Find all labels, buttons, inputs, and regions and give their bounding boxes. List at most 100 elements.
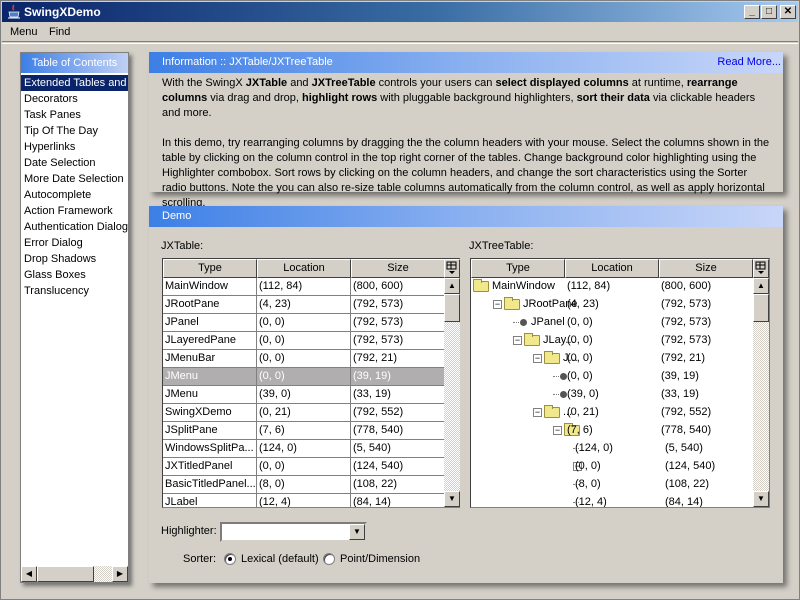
toc-item[interactable]: Error Dialog — [21, 235, 128, 251]
sorter-lexical-label[interactable]: Lexical (default) — [241, 553, 319, 565]
scroll-thumb[interactable] — [444, 294, 460, 322]
cell-size: (108, 22) — [665, 478, 710, 490]
tree-row[interactable]: − JRootPane (4, 23) (792, 573) — [471, 296, 753, 314]
table-row[interactable]: JRootPane (4, 23) (792, 573) — [163, 296, 445, 314]
toc-item[interactable]: Drop Shadows — [21, 251, 128, 267]
cell-type: − JLay... — [471, 332, 575, 350]
menu-menu[interactable]: Menu — [10, 26, 38, 38]
table-row[interactable]: JPanel (0, 0) (792, 573) — [163, 314, 445, 332]
column-header-size[interactable]: Size — [351, 259, 445, 278]
column-header-location[interactable]: Location — [565, 259, 659, 278]
tree-row[interactable]: (12, 4) (84, 14) — [471, 494, 753, 507]
table-row[interactable]: JLayeredPane (0, 0) (792, 573) — [163, 332, 445, 350]
toc-item[interactable]: More Date Selection — [21, 171, 128, 187]
toc-item[interactable]: Autocomplete — [21, 187, 128, 203]
toc-item[interactable]: Hyperlinks — [21, 139, 128, 155]
column-header-type[interactable]: Type — [163, 259, 257, 278]
toc-item[interactable]: Task Panes — [21, 107, 128, 123]
tree-row[interactable]: MainWindow (112, 84) (800, 600) — [471, 278, 753, 296]
scroll-down-button[interactable]: ▼ — [444, 491, 460, 507]
scroll-thumb[interactable] — [753, 294, 769, 322]
cell-type: − — [471, 422, 580, 440]
column-header-type[interactable]: Type — [471, 259, 565, 278]
column-control-button[interactable] — [444, 259, 460, 278]
tree-row[interactable]: − (0, 0) (124, 540) — [471, 458, 753, 476]
tree-row[interactable]: (124, 0) (5, 540) — [471, 440, 753, 458]
cell-type: JPanel — [471, 314, 565, 332]
table-row[interactable]: JMenu (39, 0) (33, 19) — [163, 386, 445, 404]
toc-item[interactable]: Decorators — [21, 91, 128, 107]
title-bar[interactable]: SwingXDemo _ □ ✕ — [2, 2, 798, 22]
minimize-button[interactable]: _ — [744, 5, 760, 19]
java-cup-icon — [8, 4, 20, 19]
scroll-right-button[interactable]: ▶ — [112, 566, 128, 582]
column-control-button[interactable] — [753, 259, 769, 278]
toc-horizontal-scrollbar[interactable]: ◀ ▶ — [21, 566, 128, 582]
tree-row[interactable]: − J... (0, 0) (792, 21) — [471, 350, 753, 368]
jxtable-label: JXTable: — [161, 240, 204, 252]
jxtreetable-vertical-scrollbar[interactable]: ▲ ▼ — [753, 278, 769, 507]
collapse-icon[interactable]: − — [533, 353, 542, 363]
table-row[interactable]: WindowsSplitPa... (124, 0) (5, 540) — [163, 440, 445, 458]
cell-type: − — [471, 458, 582, 476]
demo-panel: Demo JXTable: JXTreeTable: Type Location… — [149, 206, 783, 583]
sorter-lexical-radio[interactable] — [224, 553, 236, 565]
jxtable-header: Type Location Size — [163, 259, 445, 278]
collapse-icon[interactable]: − — [493, 299, 502, 309]
info-text: and — [287, 77, 312, 89]
cell-location: (0, 0) — [257, 314, 351, 332]
scroll-left-button[interactable]: ◀ — [21, 566, 37, 582]
jxtable-vertical-scrollbar[interactable]: ▲ ▼ — [444, 278, 460, 507]
table-row[interactable]: JXTitledPanel (0, 0) (124, 540) — [163, 458, 445, 476]
scroll-up-button[interactable]: ▲ — [753, 278, 769, 294]
close-button[interactable]: ✕ — [780, 5, 796, 19]
toc-item[interactable]: Authentication Dialogs — [21, 219, 128, 235]
tree-row[interactable]: (0, 0) (39, 19) — [471, 368, 753, 386]
column-header-location[interactable]: Location — [257, 259, 351, 278]
scroll-down-button[interactable]: ▼ — [753, 491, 769, 507]
collapse-icon[interactable]: − — [553, 425, 562, 435]
scroll-thumb[interactable] — [37, 566, 94, 582]
maximize-button[interactable]: □ — [761, 5, 777, 19]
read-more-link[interactable]: Read More... — [717, 52, 781, 73]
toc-item[interactable]: Action Framework — [21, 203, 128, 219]
sorter-point-dimension-radio[interactable] — [323, 553, 335, 565]
table-row[interactable]: BasicTitledPanel... (8, 0) (108, 22) — [163, 476, 445, 494]
menu-find[interactable]: Find — [49, 26, 70, 38]
table-row[interactable]: JSplitPane (7, 6) (778, 540) — [163, 422, 445, 440]
folder-icon — [544, 350, 560, 364]
collapse-icon[interactable]: − — [533, 407, 542, 417]
table-row[interactable]: MainWindow (112, 84) (800, 600) — [163, 278, 445, 296]
cell-size: (84, 14) — [351, 494, 445, 507]
highlighter-combobox[interactable]: ▼ — [220, 522, 367, 542]
tree-row[interactable]: JPanel (0, 0) (792, 573) — [471, 314, 753, 332]
table-row[interactable]: SwingXDemo (0, 21) (792, 552) — [163, 404, 445, 422]
cell-size: (792, 552) — [661, 406, 712, 418]
tree-row[interactable]: − (7, 6) (778, 540) — [471, 422, 753, 440]
column-header-size[interactable]: Size — [659, 259, 753, 278]
tree-row[interactable]: (39, 0) (33, 19) — [471, 386, 753, 404]
table-row[interactable]: JMenu (0, 0) (39, 19) — [163, 368, 445, 386]
cell-size: (778, 540) — [661, 424, 712, 436]
table-row[interactable]: JMenuBar (0, 0) (792, 21) — [163, 350, 445, 368]
toc-item[interactable]: Translucency — [21, 283, 128, 299]
cell-type — [471, 368, 567, 386]
toc-item[interactable]: Extended Tables and — [21, 75, 128, 91]
collapse-icon[interactable]: − — [513, 335, 522, 345]
node-name: MainWindow — [492, 280, 555, 292]
leaf-node-icon — [520, 318, 527, 326]
cell-type: WindowsSplitPa... — [163, 440, 257, 458]
jxtreetable[interactable]: Type Location Size MainWindow (112, 84) (8… — [470, 258, 770, 508]
sorter-point-dimension-label[interactable]: Point/Dimension — [340, 553, 420, 565]
tree-row[interactable]: (8, 0) (108, 22) — [471, 476, 753, 494]
tree-row[interactable]: − JLay... (0, 0) (792, 573) — [471, 332, 753, 350]
toc-item[interactable]: Tip Of The Day — [21, 123, 128, 139]
scroll-up-button[interactable]: ▲ — [444, 278, 460, 294]
toc-item[interactable]: Date Selection — [21, 155, 128, 171]
cell-size: (84, 14) — [665, 496, 703, 507]
tree-row[interactable]: −... (0, 21) (792, 552) — [471, 404, 753, 422]
combobox-dropdown-button[interactable]: ▼ — [349, 524, 365, 540]
toc-item[interactable]: Glass Boxes — [21, 267, 128, 283]
jxtable[interactable]: Type Location Size MainWindow (112, 84) (8… — [162, 258, 460, 508]
table-row[interactable]: JLabel (12, 4) (84, 14) — [163, 494, 445, 507]
